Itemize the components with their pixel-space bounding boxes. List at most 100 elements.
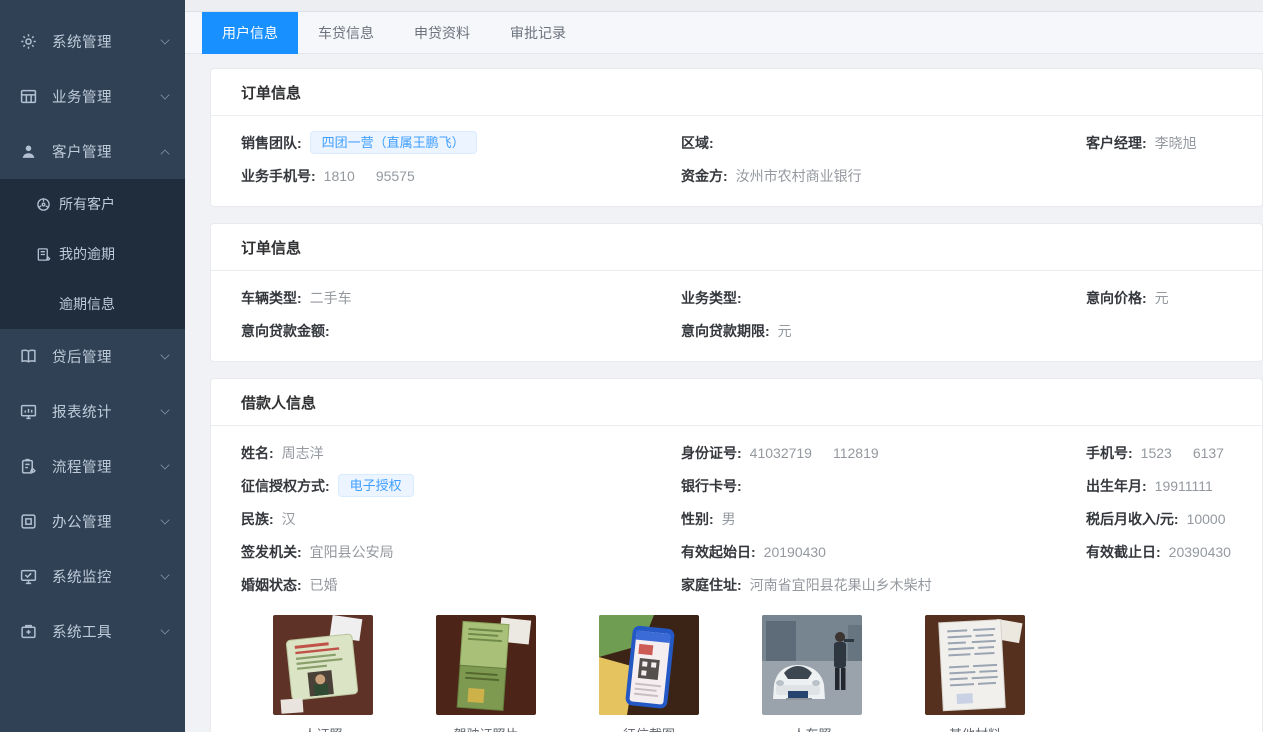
redaction-blot <box>812 446 833 458</box>
sidebar-item-system-mgmt[interactable]: 系统管理 <box>0 14 185 69</box>
field-label: 民族: <box>241 509 274 529</box>
field-value: 元 <box>1155 288 1169 308</box>
sidebar-item-label: 系统管理 <box>52 31 112 52</box>
field-value: 汉 <box>282 509 296 529</box>
field-label: 意向贷款期限: <box>681 321 770 341</box>
photo-person-with-car[interactable] <box>762 615 862 715</box>
card-title: 借款人信息 <box>211 379 1262 426</box>
field-label: 出生年月: <box>1086 476 1147 496</box>
field-business-type: 业务类型: <box>681 281 1086 314</box>
tab-user-info[interactable]: 用户信息 <box>202 12 298 54</box>
tab-car-loan-info[interactable]: 车贷信息 <box>298 12 394 54</box>
card-title: 订单信息 <box>211 69 1262 116</box>
field-label: 税后月收入/元: <box>1086 509 1179 529</box>
field-id-number: 身份证号: 41032719112819 <box>681 436 1086 469</box>
chevron-down-icon <box>160 515 169 524</box>
field-intent-price: 意向价格: 元 <box>1086 281 1262 314</box>
field-value: 15236137 <box>1141 445 1224 461</box>
redaction-blot <box>1172 446 1193 458</box>
field-label: 资金方: <box>681 166 728 186</box>
chevron-down-icon <box>160 460 169 469</box>
sidebar-item-overdue-info[interactable]: 逾期信息 <box>0 279 185 329</box>
chevron-down-icon <box>160 405 169 414</box>
sidebar-item-system-monitor[interactable]: 系统监控 <box>0 549 185 604</box>
photo-credit-auth-screenshot[interactable] <box>599 615 699 715</box>
sidebar-item-all-customers[interactable]: 所有客户 <box>0 179 185 229</box>
sidebar-item-business-mgmt[interactable]: 业务管理 <box>0 69 185 124</box>
content-scroll-area[interactable]: 订单信息 销售团队: 四团一营（直属王鹏飞） 区域: 客户经理: <box>185 54 1263 732</box>
field-issuing-authority: 签发机关: 宜阳县公安局 <box>241 535 681 568</box>
top-strip <box>185 0 1263 12</box>
photo-license-booklet[interactable] <box>436 615 536 715</box>
field-label: 意向价格: <box>1086 288 1147 308</box>
credit-auth-tag: 电子授权 <box>338 474 414 497</box>
monitor-chart-icon <box>20 403 37 420</box>
field-intent-loan-term: 意向贷款期限: 元 <box>681 314 1086 347</box>
field-value: 男 <box>722 509 736 529</box>
photo-captions-row: 人证照 驾驶证照片 征信截图 人车照 其他材料 <box>273 715 1262 732</box>
photo-caption: 征信截图 <box>599 724 699 732</box>
field-mobile-phone: 手机号: 15236137 <box>1086 436 1262 469</box>
loan-intent-card: 订单信息 车辆类型: 二手车 业务类型: 意向价格: 元 <box>210 223 1263 362</box>
field-value: 李晓旭 <box>1155 133 1197 153</box>
chevron-down-icon <box>160 625 169 634</box>
sidebar-item-label: 我的逾期 <box>59 244 115 264</box>
field-value: 二手车 <box>310 288 352 308</box>
wheel-icon <box>36 197 51 212</box>
sidebar-item-label: 业务管理 <box>52 86 112 107</box>
field-label: 业务类型: <box>681 288 742 308</box>
field-birth-date: 出生年月: 19911111 <box>1086 469 1262 502</box>
field-home-address: 家庭住址: 河南省宜阳县花果山乡木柴村 <box>681 568 1086 601</box>
field-label: 有效截止日: <box>1086 542 1161 562</box>
table-grid-icon <box>20 88 37 105</box>
field-value: 元 <box>778 321 792 341</box>
photo-gallery <box>273 615 1262 715</box>
sidebar-item-process-mgmt[interactable]: 流程管理 <box>0 439 185 494</box>
user-icon <box>20 143 37 160</box>
chevron-down-icon <box>160 90 169 99</box>
field-value: 宜阳县公安局 <box>310 542 394 562</box>
field-monthly-income: 税后月收入/元: 10000 <box>1086 502 1262 535</box>
sidebar-item-label: 所有客户 <box>59 194 115 214</box>
sidebar-item-customer-mgmt[interactable]: 客户管理 <box>0 124 185 179</box>
field-label: 婚姻状态: <box>241 575 302 595</box>
redaction-blot <box>355 169 376 181</box>
field-label: 身份证号: <box>681 443 742 463</box>
field-value: 41032719112819 <box>750 445 879 461</box>
sidebar-item-label: 系统工具 <box>52 621 112 642</box>
sidebar-item-report-stats[interactable]: 报表统计 <box>0 384 185 439</box>
field-vehicle-type: 车辆类型: 二手车 <box>241 281 681 314</box>
chevron-down-icon <box>160 35 169 44</box>
field-name: 姓名: 周志洋 <box>241 436 681 469</box>
photo-id-card[interactable] <box>273 615 373 715</box>
field-value: 19911111 <box>1155 478 1213 494</box>
field-gender: 性别: 男 <box>681 502 1086 535</box>
field-value: 周志洋 <box>282 443 324 463</box>
chevron-down-icon <box>160 570 169 579</box>
tab-bar: 用户信息 车贷信息 申贷资料 审批记录 <box>185 12 1263 54</box>
field-label: 车辆类型: <box>241 288 302 308</box>
sidebar-item-system-tools[interactable]: 系统工具 <box>0 604 185 659</box>
field-label: 销售团队: <box>241 133 302 153</box>
field-sales-team: 销售团队: 四团一营（直属王鹏飞） <box>241 126 681 159</box>
photo-handwritten-doc[interactable] <box>925 615 1025 715</box>
monitor-check-icon <box>20 568 37 585</box>
tab-loan-application-docs[interactable]: 申贷资料 <box>394 12 490 54</box>
card-title: 订单信息 <box>211 224 1262 271</box>
field-region: 区域: <box>681 126 1086 159</box>
photo-caption: 人车照 <box>762 724 862 732</box>
sidebar-item-label: 流程管理 <box>52 456 112 477</box>
field-label: 区域: <box>681 133 714 153</box>
sidebar-item-label: 贷后管理 <box>52 346 112 367</box>
sidebar-item-label: 系统监控 <box>52 566 112 587</box>
tab-approval-records[interactable]: 审批记录 <box>490 12 586 54</box>
field-label: 家庭住址: <box>681 575 742 595</box>
field-label: 有效起始日: <box>681 542 756 562</box>
sidebar-item-my-overdue[interactable]: 我的逾期 <box>0 229 185 279</box>
sidebar-item-office-mgmt[interactable]: 办公管理 <box>0 494 185 549</box>
sidebar-item-postloan-mgmt[interactable]: 贷后管理 <box>0 329 185 384</box>
field-value: 已婚 <box>310 575 338 595</box>
field-ethnicity: 民族: 汉 <box>241 502 681 535</box>
field-label: 手机号: <box>1086 443 1133 463</box>
sidebar-item-label: 客户管理 <box>52 141 112 162</box>
